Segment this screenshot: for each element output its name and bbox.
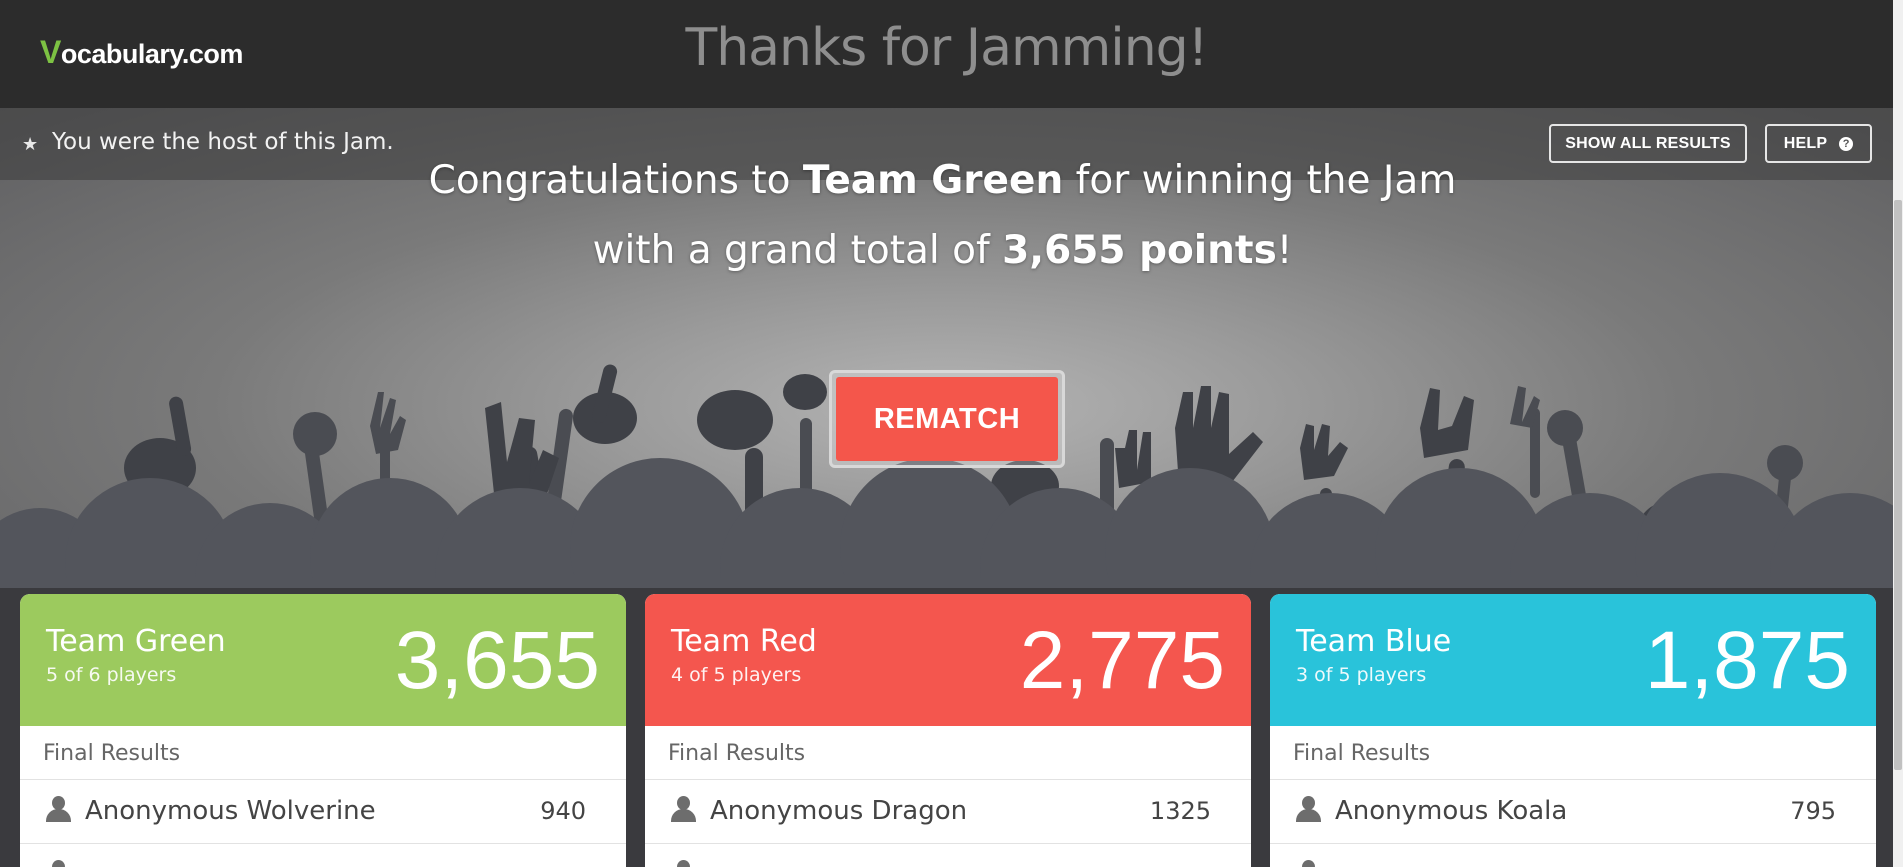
congrats-line-1: Congratulations to Team Green for winnin… bbox=[428, 158, 1457, 203]
player-row[interactable]: Anonymous Dragon 1325 bbox=[645, 780, 1251, 844]
team-name: Team Blue bbox=[1296, 624, 1452, 659]
scrollbar-thumb[interactable] bbox=[1894, 200, 1902, 770]
player-row[interactable] bbox=[1270, 844, 1876, 867]
team-card-header: Team Red 4 of 5 players 2,775 bbox=[645, 594, 1251, 726]
team-card-blue: Team Blue 3 of 5 players 1,875 Final Res… bbox=[1270, 594, 1876, 867]
team-name: Team Red bbox=[671, 624, 817, 659]
team-player-count: 3 of 5 players bbox=[1296, 664, 1427, 686]
player-score: 795 bbox=[1790, 797, 1836, 825]
page-scrollbar[interactable] bbox=[1893, 0, 1903, 867]
rematch-button[interactable]: REMATCH bbox=[836, 377, 1058, 461]
player-row[interactable]: Anonymous Koala 795 bbox=[1270, 780, 1876, 844]
player-name: Anonymous Wolverine bbox=[85, 796, 376, 826]
top-bar: Vocabulary.com Thanks for Jamming! bbox=[0, 0, 1903, 108]
team-score: 1,875 bbox=[1644, 615, 1850, 706]
player-name: Anonymous Koala bbox=[1335, 796, 1568, 826]
player-row[interactable]: Anonymous Wolverine 940 bbox=[20, 780, 626, 844]
person-icon bbox=[671, 860, 695, 867]
player-score: 940 bbox=[540, 797, 586, 825]
final-results-label: Final Results bbox=[1270, 726, 1876, 780]
congrats-line-2: with a grand total of 3,655 points! bbox=[592, 228, 1293, 273]
player-row[interactable] bbox=[20, 844, 626, 867]
player-name: Anonymous Dragon bbox=[710, 796, 968, 826]
final-results-label: Final Results bbox=[645, 726, 1251, 780]
person-icon bbox=[1296, 796, 1321, 822]
team-player-count: 5 of 6 players bbox=[46, 664, 177, 686]
team-card-header: Team Green 5 of 6 players 3,655 bbox=[20, 594, 626, 726]
team-card-red: Team Red 4 of 5 players 2,775 Final Resu… bbox=[645, 594, 1251, 867]
winning-points: 3,655 points bbox=[1002, 228, 1277, 273]
team-card-header: Team Blue 3 of 5 players 1,875 bbox=[1270, 594, 1876, 726]
player-score: 1325 bbox=[1149, 797, 1211, 825]
team-card-green: Team Green 5 of 6 players 3,655 Final Re… bbox=[20, 594, 626, 867]
team-name: Team Green bbox=[46, 624, 226, 659]
final-results-label: Final Results bbox=[20, 726, 626, 780]
winning-team-name: Team Green bbox=[802, 158, 1064, 203]
player-row[interactable] bbox=[645, 844, 1251, 867]
page-title: Thanks for Jamming! bbox=[685, 18, 1208, 78]
team-player-count: 4 of 5 players bbox=[671, 664, 802, 686]
team-score: 2,775 bbox=[1019, 615, 1225, 706]
rematch-button-frame: REMATCH bbox=[829, 370, 1065, 468]
team-score: 3,655 bbox=[394, 615, 600, 706]
person-icon bbox=[46, 796, 71, 822]
congratulations-message: Congratulations to Team Green for winnin… bbox=[0, 146, 1885, 286]
person-icon bbox=[46, 860, 70, 867]
person-icon bbox=[1296, 860, 1320, 867]
person-icon bbox=[671, 796, 696, 822]
